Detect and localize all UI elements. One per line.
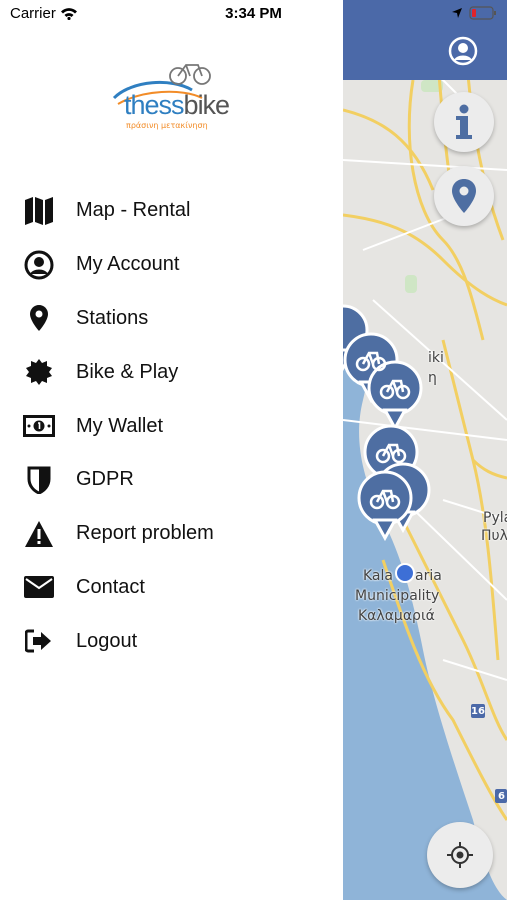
menu-item-gdpr[interactable]: GDPR bbox=[0, 453, 343, 507]
location-pin-icon bbox=[452, 179, 476, 213]
user-profile-button[interactable] bbox=[448, 36, 478, 66]
logo-text-thess: thess bbox=[124, 90, 185, 120]
recenter-button[interactable] bbox=[427, 822, 493, 888]
menu-item-label: Map - Rental bbox=[76, 199, 191, 222]
logo-text-bike: bike bbox=[183, 90, 231, 120]
account-icon bbox=[21, 247, 57, 283]
map-place-label: Kala bbox=[363, 568, 393, 584]
menu-item-label: My Account bbox=[76, 253, 180, 276]
warning-icon bbox=[21, 516, 57, 552]
badge-icon bbox=[21, 354, 57, 390]
menu-item-my-wallet[interactable]: My Wallet bbox=[0, 399, 343, 453]
logo-wordmark: thessbike bbox=[124, 90, 231, 121]
menu-item-my-account[interactable]: My Account bbox=[0, 238, 343, 292]
info-button[interactable] bbox=[434, 92, 494, 152]
menu-item-bike-play[interactable]: Bike & Play bbox=[0, 345, 343, 399]
menu-item-label: Report problem bbox=[76, 522, 214, 545]
road-number-label: 6 bbox=[498, 791, 505, 802]
menu-item-label: Logout bbox=[76, 629, 138, 652]
location-pin-button[interactable] bbox=[434, 166, 494, 226]
menu-item-label: Bike & Play bbox=[76, 360, 179, 383]
menu-item-label: Contact bbox=[76, 575, 145, 598]
envelope-icon bbox=[21, 569, 57, 605]
menu-item-label: GDPR bbox=[76, 468, 134, 491]
road-number-label: 16 bbox=[471, 706, 485, 717]
logo-tagline: πράσινη μετακίνηση bbox=[126, 121, 208, 130]
shield-icon bbox=[21, 462, 57, 498]
side-drawer: Carrier thessbike πράσινη μετακίνηση Map… bbox=[0, 0, 343, 900]
map-place-label: aria bbox=[415, 568, 442, 584]
menu-item-map-rental[interactable]: Map - Rental bbox=[0, 184, 343, 238]
info-icon bbox=[456, 104, 472, 139]
menu-item-stations[interactable]: Stations bbox=[0, 292, 343, 346]
status-time: 3:34 PM bbox=[225, 5, 282, 22]
wallet-icon bbox=[21, 408, 57, 444]
user-circle-icon bbox=[448, 36, 478, 66]
drawer-menu: Map - Rental My Account Stations Bike & … bbox=[0, 184, 343, 668]
crosshair-icon bbox=[447, 842, 473, 868]
map-icon bbox=[21, 193, 57, 229]
map-place-label: Καλαμαριά bbox=[358, 608, 435, 624]
location-pin-icon bbox=[21, 300, 57, 336]
map-place-label: iki bbox=[428, 350, 444, 366]
menu-item-contact[interactable]: Contact bbox=[0, 561, 343, 615]
menu-item-label: Stations bbox=[76, 306, 149, 329]
map-place-label: Municipality bbox=[355, 588, 440, 604]
map-place-label: Pyla bbox=[483, 510, 507, 526]
logout-icon bbox=[21, 623, 57, 659]
map-place-label: η bbox=[428, 370, 437, 386]
menu-item-logout[interactable]: Logout bbox=[0, 614, 343, 668]
map-place-label: Πυλ bbox=[481, 528, 507, 544]
menu-item-report-problem[interactable]: Report problem bbox=[0, 507, 343, 561]
thessbike-logo: thessbike πράσινη μετακίνηση bbox=[112, 60, 234, 132]
menu-item-label: My Wallet bbox=[76, 414, 164, 437]
